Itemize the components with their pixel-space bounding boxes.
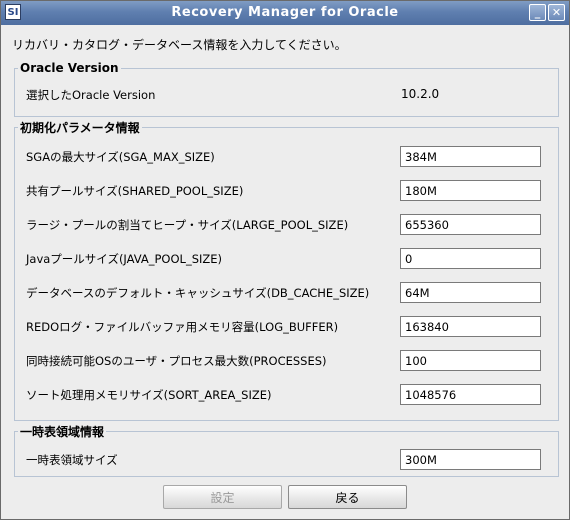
processes-input[interactable] xyxy=(400,350,541,371)
intro-text: リカバリ・カタログ・データベース情報を入力してください。 xyxy=(12,38,347,52)
shared-pool-size-label: 共有プールサイズ(SHARED_POOL_SIZE) xyxy=(26,184,244,198)
title-bar[interactable]: SI Recovery Manager for Oracle _ ✕ xyxy=(1,1,569,25)
window-title: Recovery Manager for Oracle xyxy=(171,5,399,20)
oracle-version-label: 選択したOracle Version xyxy=(26,88,156,102)
app-window: SI Recovery Manager for Oracle _ ✕ リカバリ・… xyxy=(0,0,570,520)
log-buffer-label: REDOログ・ファイルバッファ用メモリ容量(LOG_BUFFER) xyxy=(26,320,339,334)
back-button[interactable]: 戻る xyxy=(288,485,407,509)
sort-area-size-input[interactable] xyxy=(400,384,541,405)
set-button[interactable]: 設定 xyxy=(163,485,282,509)
log-buffer-input[interactable] xyxy=(400,316,541,337)
processes-label: 同時接続可能OSのユーザ・プロセス最大数(PROCESSES) xyxy=(26,354,327,368)
db-cache-size-label: データベースのデフォルト・キャッシュサイズ(DB_CACHE_SIZE) xyxy=(26,286,370,300)
large-pool-size-label: ラージ・プールの割当てヒープ・サイズ(LARGE_POOL_SIZE) xyxy=(26,218,349,232)
minimize-button[interactable]: _ xyxy=(529,4,546,21)
temp-tablespace-size-input[interactable] xyxy=(400,449,541,470)
large-pool-size-input[interactable] xyxy=(400,214,541,235)
sga-max-size-input[interactable] xyxy=(400,146,541,167)
java-pool-size-label: Javaプールサイズ(JAVA_POOL_SIZE) xyxy=(26,252,223,266)
temp-tablespace-title: 一時表領域情報 xyxy=(20,425,105,439)
dialog-content: リカバリ・カタログ・データベース情報を入力してください。 Oracle Vers… xyxy=(1,25,569,519)
oracle-version-title: Oracle Version xyxy=(20,61,119,75)
oracle-version-group: Oracle Version 選択したOracle Version 10.2.0 xyxy=(14,61,559,117)
oracle-version-value: 10.2.0 xyxy=(401,87,440,101)
init-params-group: 初期化パラメータ情報 SGAの最大サイズ(SGA_MAX_SIZE) 共有プール… xyxy=(14,119,559,421)
init-params-title: 初期化パラメータ情報 xyxy=(20,121,140,135)
java-pool-size-input[interactable] xyxy=(400,248,541,269)
temp-tablespace-group: 一時表領域情報 一時表領域サイズ xyxy=(14,423,559,477)
temp-tablespace-size-label: 一時表領域サイズ xyxy=(26,453,118,467)
db-cache-size-input[interactable] xyxy=(400,282,541,303)
sga-max-size-label: SGAの最大サイズ(SGA_MAX_SIZE) xyxy=(26,150,215,164)
sort-area-size-label: ソート処理用メモリサイズ(SORT_AREA_SIZE) xyxy=(26,388,272,402)
shared-pool-size-input[interactable] xyxy=(400,180,541,201)
close-button[interactable]: ✕ xyxy=(548,4,565,21)
